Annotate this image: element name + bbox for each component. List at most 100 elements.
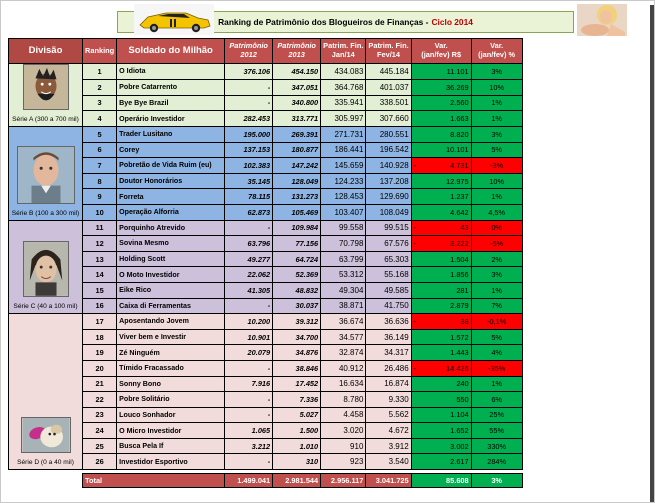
serie-b-avatar (16, 145, 75, 204)
rank-cell: 9 (81, 188, 118, 205)
name-cell: Pobre Solitário (116, 391, 226, 408)
table-row: 12 Sovina Mesmo 63.796 77.156 70.798 67.576-3… (9, 235, 523, 252)
var-pct-cell: 5% (470, 328, 523, 346)
division-label: Série A (300 a 700 mil) (12, 116, 79, 123)
fev-cell: 196.542 (365, 141, 412, 159)
patrimonio-2013-cell: 39.312 (272, 313, 322, 330)
fev-cell: 34.317 (365, 344, 412, 361)
patrimonio-2012-cell: 22.062 (224, 266, 274, 283)
table-row: 25 Busca Pela If 3.212 1.010 910 3.912 3.002 33… (9, 437, 523, 455)
patrimonio-2013-cell: 34.700 (272, 328, 322, 346)
col-2012: Patrimônio 2012 (224, 38, 274, 64)
fev-cell: 307.660 (365, 110, 412, 127)
patrimonio-2013-cell: 48.832 (272, 281, 322, 299)
total-jan: 2.956.117 (320, 473, 367, 489)
patrimonio-2012-cell: 35.145 (224, 172, 274, 190)
patrimonio-2012-cell: 137.153 (224, 141, 274, 159)
patrimonio-2013-cell: 180.877 (272, 141, 322, 159)
table-row: 16 Caixa di Ferramentas -30.037 38.871 41.75… (9, 297, 523, 315)
fev-cell: 16.874 (365, 375, 412, 393)
fev-cell: 55.168 (365, 266, 412, 283)
table-row: 22 Pobre Solitário -7.336 8.780 9.330 550 6% (9, 391, 523, 408)
table-row: Série A (300 a 700 mil) 1 O Idiota 376.106 4… (8, 63, 523, 127)
rank-cell: 1 (81, 63, 118, 80)
var-pct-cell: 5% (470, 141, 523, 159)
patrimonio-2013-cell: 38.846 (272, 359, 322, 377)
patrimonio-2012-cell: 10.200 (224, 313, 274, 330)
var-pct-cell: -35% (470, 359, 523, 377)
var-rs-cell: 4.642 (410, 203, 472, 221)
division-cell: Série D (0 a 40 mil) (8, 313, 83, 471)
table-row: 19 Zé Ninguém 20.079 34.876 32.874 34.317 1.44… (9, 344, 523, 361)
division-cell: Série C (40 a 100 mil) (8, 219, 83, 315)
table-row: 4 Operário Investidor 282.453 313.771 305.99… (9, 110, 523, 127)
var-rs-cell: 1.504 (410, 250, 472, 268)
var-rs-cell: 10.101 (410, 141, 472, 159)
total-2013: 2.981.544 (272, 473, 322, 489)
var-pct-cell: -5% (470, 235, 523, 252)
var-rs-cell: -14.426 (410, 359, 472, 377)
col-ranking: Ranking (81, 38, 118, 64)
ranking-table: Divisão Ranking Soldado do Milhão Patrim… (8, 38, 523, 489)
patrimonio-2013-cell: 147.242 (272, 157, 322, 174)
patrimonio-2013-cell: 269.391 (272, 126, 322, 143)
patrimonio-2013-cell: 454.150 (272, 63, 322, 80)
cycle-label: Ciclo 2014 (431, 17, 473, 27)
division-label: Série D (0 a 40 mil) (17, 459, 74, 467)
var-pct-cell: 4,5% (470, 203, 523, 221)
patrimonio-2013-cell: 310 (272, 453, 322, 471)
var-rs-cell: 1.237 (410, 188, 472, 205)
table-row: 8 Doutor Honorários 35.145 128.049 124.233 13… (9, 172, 523, 190)
jan-cell: 434.083 (320, 63, 367, 80)
division-label: Série C (40 a 100 mil) (13, 303, 78, 311)
name-cell: Busca Pela If (116, 437, 226, 455)
fev-cell: 3.540 (365, 453, 412, 471)
total-label: Total (81, 473, 226, 489)
fev-cell: 401.037 (365, 78, 412, 96)
name-cell: O Micro Investidor (116, 422, 226, 439)
var-pct-cell: 1% (470, 188, 523, 205)
patrimonio-2013-cell: 1.010 (272, 437, 322, 455)
col-divisao: Divisão (8, 38, 83, 64)
jan-cell: 63.799 (320, 250, 367, 268)
division-label: Série B (100 a 300 mil) (11, 209, 80, 217)
patrimonio-2012-cell: 376.106 (224, 63, 274, 80)
total-fev: 3.041.725 (365, 473, 412, 489)
var-pct-cell: 2% (470, 250, 523, 268)
name-cell: Caixa di Ferramentas (116, 297, 226, 315)
jan-cell: 49.304 (320, 281, 367, 299)
table-row: 7 Pobretão de Vida Ruim (eu) 102.383 147.24… (9, 157, 523, 174)
col-jan: Patrim. Fin. Jan/14 (320, 38, 367, 64)
var-rs-cell: 12.975 (410, 172, 472, 190)
fev-cell: 280.551 (365, 126, 412, 143)
rank-cell: 25 (81, 437, 118, 455)
jan-cell: 3.020 (320, 422, 367, 439)
patrimonio-2012-cell: 3.212 (224, 437, 274, 455)
patrimonio-2013-cell: 30.037 (272, 297, 322, 315)
jan-cell: 305.997 (320, 110, 367, 127)
name-cell: Louco Sonhador (116, 406, 226, 424)
var-rs-cell: 3.002 (410, 437, 472, 455)
name-cell: Investidor Esportivo (116, 453, 226, 471)
division-cell: Série B (100 a 300 mil) (8, 126, 83, 221)
table-row: 24 O Micro Investidor 1.065 1.500 3.020 4.672… (9, 422, 523, 439)
fev-cell: 4.672 (365, 422, 412, 439)
name-cell: Porquinho Atrevido (116, 219, 226, 237)
var-rs-cell: 2.879 (410, 297, 472, 315)
var-rs-cell: -38 (410, 313, 472, 330)
var-pct-cell: 3% (470, 63, 523, 80)
jan-cell: 34.577 (320, 328, 367, 346)
rank-cell: 18 (81, 328, 118, 346)
patrimonio-2012-cell: 195.000 (224, 126, 274, 143)
jan-cell: 32.874 (320, 344, 367, 361)
total-var-pct: 3% (470, 473, 523, 489)
jan-cell: 910 (320, 437, 367, 455)
var-rs-cell: -43 (410, 219, 472, 237)
var-rs-cell: 11.101 (410, 63, 472, 80)
name-cell: Forreta (116, 188, 226, 205)
var-pct-cell: -3% (470, 157, 523, 174)
serie-d-avatar (20, 417, 71, 454)
name-cell: O Moto Investidor (116, 266, 226, 283)
name-cell: Pobretão de Vida Ruim (eu) (116, 157, 226, 174)
var-rs-cell: 1.856 (410, 266, 472, 283)
